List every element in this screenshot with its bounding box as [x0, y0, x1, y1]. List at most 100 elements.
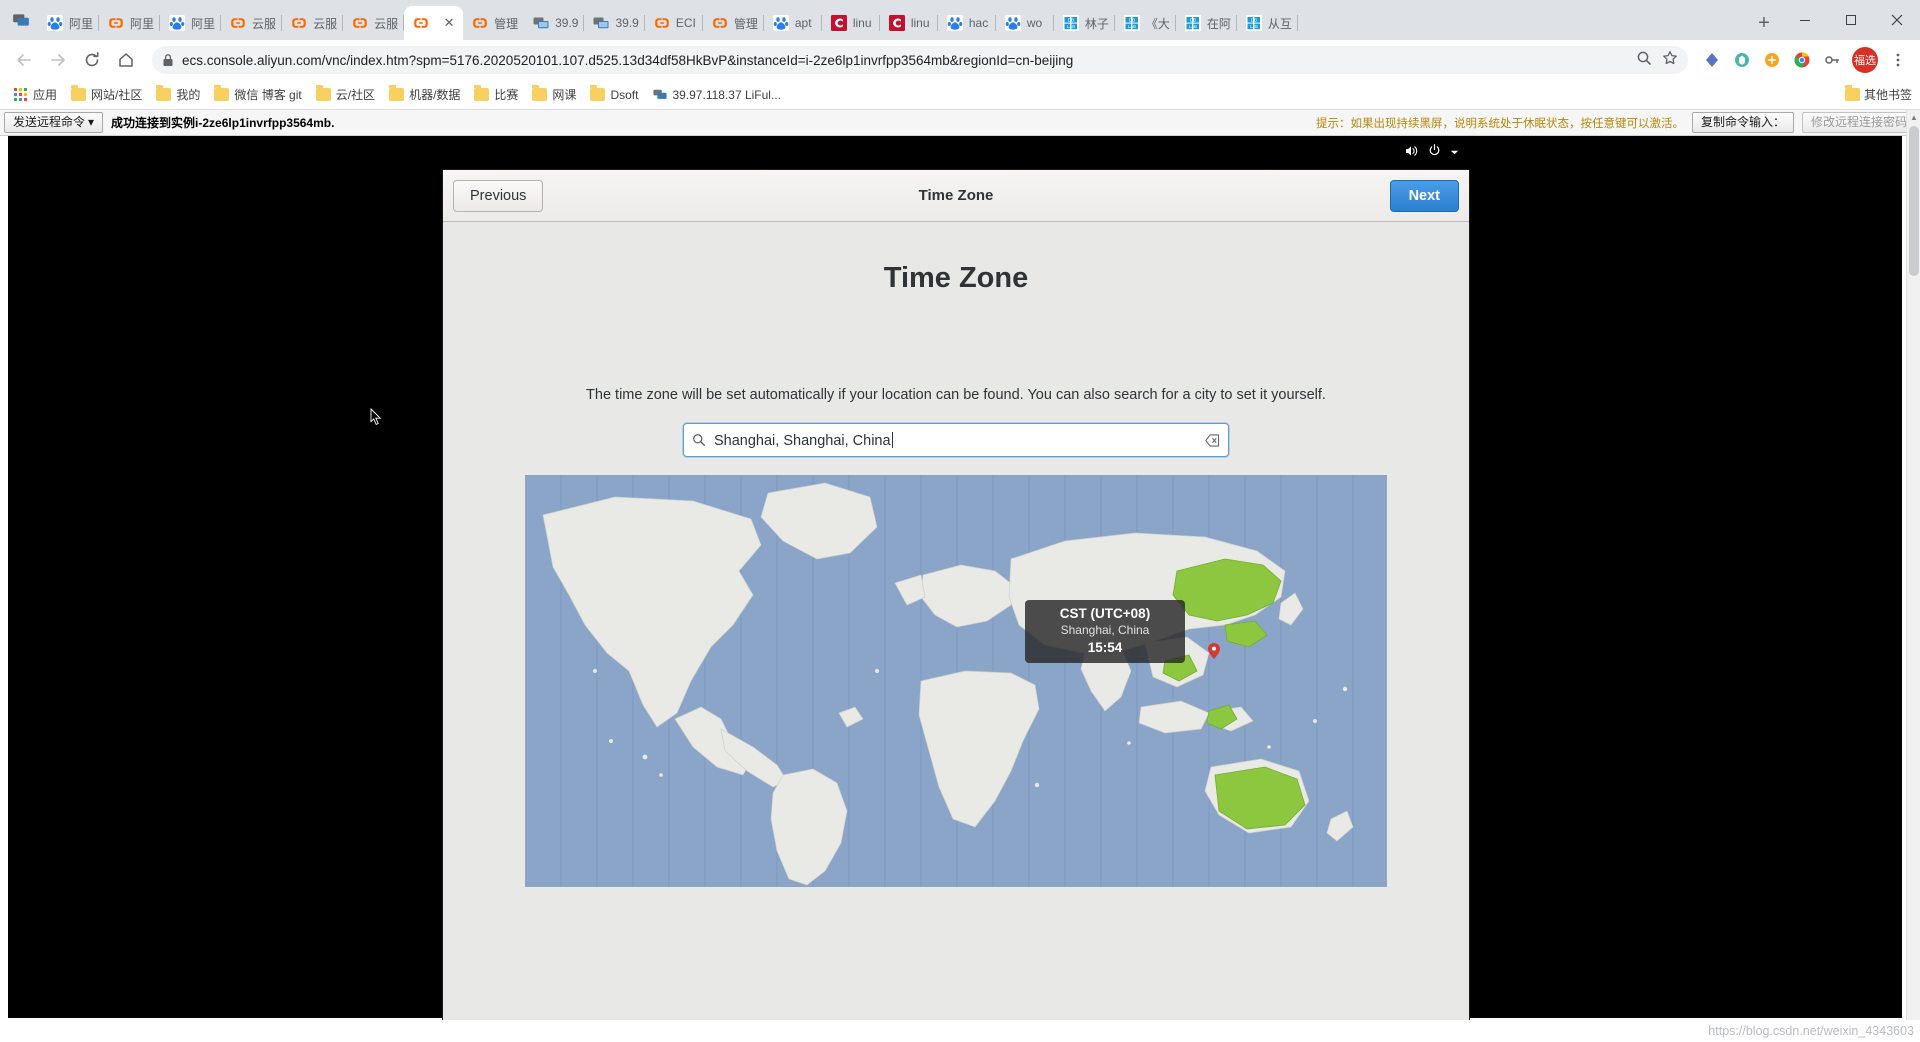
bookmark-label: 云/社区 — [336, 86, 375, 103]
bookmark-item[interactable]: 应用 — [8, 83, 63, 106]
apps-grid-icon — [14, 88, 28, 102]
timezone-tooltip: CST (UTC+08) Shanghai, China 15:54 — [1025, 600, 1185, 663]
volume-icon[interactable] — [1403, 143, 1419, 164]
browser-tab[interactable]: 阿里 — [160, 6, 221, 40]
bookmark-star-icon[interactable] — [1662, 50, 1678, 71]
bookmark-item[interactable]: 比赛 — [468, 83, 524, 106]
tab-label: 林子 — [1085, 15, 1109, 32]
timezone-search-value: Shanghai, Shanghai, China — [714, 433, 891, 449]
close-icon[interactable] — [1874, 0, 1920, 40]
extension-diamond-icon[interactable] — [1698, 46, 1726, 74]
tab-label: 云服 — [252, 15, 276, 32]
browser-tab[interactable]: wo — [996, 6, 1054, 40]
system-menu-icon[interactable] — [4, 0, 38, 40]
browser-tab[interactable]: ✕ — [404, 6, 463, 40]
bookmark-item[interactable]: 微信 博客 git — [208, 83, 307, 106]
browser-tab[interactable]: linu — [822, 6, 880, 40]
vnc-canvas[interactable]: Previous Time Zone Next Time Zone The ti… — [0, 136, 1920, 1042]
tab-list: 阿里阿里阿里云服云服云服✕管理39.939.9ECI管理aptlinulinuh… — [38, 0, 1746, 40]
extension-key-icon[interactable] — [1818, 46, 1846, 74]
browser-tab[interactable]: 39.9 — [584, 6, 644, 40]
aliyun-icon — [230, 15, 246, 31]
bookmark-label: 39.97.118.37 LiFul... — [672, 88, 781, 102]
browser-tab[interactable]: 39.9 — [524, 6, 584, 40]
browser-tab[interactable]: 阿里 — [38, 6, 99, 40]
timezone-search-input[interactable]: Shanghai, Shanghai, China — [683, 423, 1229, 457]
svg-text:DB: DB — [1129, 18, 1135, 23]
profile-avatar[interactable]: 福选 — [1852, 47, 1878, 73]
back-icon[interactable] — [8, 44, 40, 76]
browser-tab[interactable]: ECI — [645, 6, 703, 40]
send-remote-command-button[interactable]: 发送远程命令 ▾ — [4, 112, 103, 133]
chevron-down-icon[interactable] — [1450, 144, 1459, 162]
bookmark-item[interactable]: 我的 — [150, 83, 206, 106]
search-zoom-icon[interactable] — [1636, 50, 1652, 71]
tab-label: 从互 — [1268, 15, 1292, 32]
url-text: ecs.console.aliyun.com/vnc/index.htm?spm… — [182, 53, 1628, 68]
svg-text:LAB: LAB — [1250, 24, 1258, 29]
browser-tab[interactable]: hac — [938, 6, 996, 40]
baidu-icon — [947, 15, 963, 31]
clear-entry-icon[interactable] — [1205, 434, 1220, 447]
forward-icon[interactable] — [42, 44, 74, 76]
csdn-icon — [831, 15, 847, 31]
new-tab-button[interactable]: + — [1746, 6, 1782, 40]
next-button[interactable]: Next — [1390, 180, 1459, 212]
page-scrollbar[interactable]: ▲ — [1906, 110, 1920, 1020]
bookmark-item[interactable]: Dsoft — [584, 85, 644, 105]
browser-tab[interactable]: apt — [764, 6, 822, 40]
bookmark-label: 比赛 — [494, 86, 518, 103]
tab-label: 39.9 — [615, 16, 638, 30]
window-controls — [1782, 0, 1920, 40]
tooltip-city: Shanghai, China — [1033, 623, 1177, 637]
tab-label: hac — [969, 16, 988, 30]
bookmark-item[interactable]: 机器/数据 — [383, 83, 466, 106]
tab-label: 阿里 — [191, 15, 215, 32]
browser-tab[interactable]: 阿里 — [99, 6, 160, 40]
svg-text:LAB: LAB — [1189, 24, 1197, 29]
browser-tab[interactable]: 云服 — [282, 6, 343, 40]
bookmark-label: 我的 — [176, 86, 200, 103]
previous-button[interactable]: Previous — [453, 180, 543, 212]
browser-tab[interactable]: DBLAB从互 — [1237, 6, 1298, 40]
scroll-up-arrow[interactable]: ▲ — [1907, 110, 1920, 124]
bookmark-item[interactable]: 39.97.118.37 LiFul... — [646, 85, 787, 105]
address-bar[interactable]: ecs.console.aliyun.com/vnc/index.htm?spm… — [152, 46, 1688, 74]
svg-text:LAB: LAB — [1128, 24, 1136, 29]
chrome-menu-icon[interactable] — [1884, 46, 1912, 74]
browser-tab[interactable]: 云服 — [221, 6, 282, 40]
tab-strip: 阿里阿里阿里云服云服云服✕管理39.939.9ECI管理aptlinulinuh… — [0, 0, 1920, 40]
bookmark-label: 微信 博客 git — [234, 86, 301, 103]
home-icon[interactable] — [110, 44, 142, 76]
folder-icon — [532, 88, 547, 101]
copy-command-input-button[interactable]: 复制命令输入： — [1692, 112, 1794, 133]
browser-tab[interactable]: DBLAB《大 — [1115, 6, 1176, 40]
tab-label: 阿里 — [130, 15, 154, 32]
folder-icon — [316, 88, 331, 101]
browser-tab[interactable]: DBLAB在阿 — [1176, 6, 1237, 40]
browser-tab[interactable]: 管理 — [463, 6, 524, 40]
timezone-map[interactable]: CST (UTC+08) Shanghai, China 15:54 — [525, 475, 1387, 887]
bookmarks-overflow[interactable]: 其他书签 — [1845, 86, 1912, 103]
browser-tab[interactable]: 管理 — [703, 6, 764, 40]
tab-close-icon[interactable]: ✕ — [441, 15, 457, 31]
scrollbar-thumb[interactable] — [1909, 126, 1919, 276]
bookmark-item[interactable]: 网站/社区 — [65, 83, 148, 106]
reload-icon[interactable] — [76, 44, 108, 76]
power-icon[interactable] — [1427, 143, 1442, 163]
extension-shield-icon[interactable] — [1728, 46, 1756, 74]
setup-body: Time Zone The time zone will be set auto… — [443, 222, 1469, 1042]
extension-chrome-icon[interactable] — [1788, 46, 1816, 74]
bookmark-item[interactable]: 云/社区 — [310, 83, 381, 106]
bookmark-item[interactable]: 网课 — [526, 83, 582, 106]
change-remote-password-button[interactable]: 修改远程连接密码 — [1802, 112, 1916, 133]
browser-tab[interactable]: DBLAB林子 — [1054, 6, 1115, 40]
aliyun-icon — [413, 15, 429, 31]
browser-tab[interactable]: linu — [880, 6, 938, 40]
minimize-icon[interactable] — [1782, 0, 1828, 40]
send-remote-command-label: 发送远程命令 — [13, 115, 85, 130]
maximize-icon[interactable] — [1828, 0, 1874, 40]
tooltip-time: 15:54 — [1033, 640, 1177, 655]
extension-translate-icon[interactable] — [1758, 46, 1786, 74]
browser-tab[interactable]: 云服 — [343, 6, 404, 40]
